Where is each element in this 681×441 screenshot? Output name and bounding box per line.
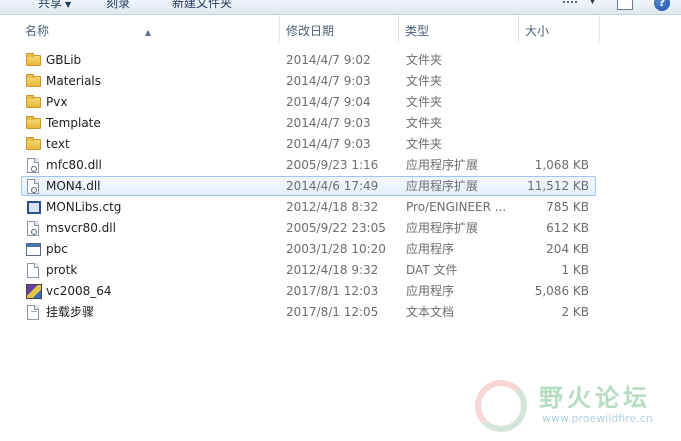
file-type: 应用程序扩展 (406, 179, 479, 193)
file-name: Template (46, 116, 101, 130)
file-row[interactable]: Pvx 2014/4/7 9:04 文件夹 (21, 92, 596, 112)
file-date: 2012/4/18 8:32 (286, 200, 379, 214)
watermark-logo-icon (475, 380, 527, 432)
file-row[interactable]: text 2014/4/7 9:03 文件夹 (21, 134, 596, 154)
file-date: 2012/4/18 9:32 (286, 263, 379, 277)
file-size: 204 KB (546, 242, 589, 256)
file-date: 2017/8/1 12:05 (286, 305, 379, 319)
file-type: Pro/ENGINEER ... (406, 200, 507, 214)
file-type: 文件夹 (406, 53, 443, 67)
file-type: 应用程序 (406, 242, 455, 256)
dll-icon (26, 219, 42, 237)
file-size: 1 KB (561, 263, 589, 277)
column-header: ▲ 名称 修改日期 类型 大小 (0, 15, 681, 42)
chevron-down-icon: ▼ (65, 0, 72, 9)
new-folder-button[interactable]: 新建文件夹 (172, 0, 232, 11)
file-name: pbc (46, 242, 68, 256)
file-type: 文件夹 (406, 74, 443, 88)
file-row[interactable]: pbc 2003/1/28 10:20 应用程序 204 KB (21, 239, 596, 259)
file-date: 2014/4/7 9:03 (286, 116, 371, 130)
application-icon (26, 240, 42, 258)
toolbar: 共享 ▼ 刻录 新建文件夹 ▼ ? (0, 0, 681, 15)
file-size: 1,068 KB (534, 158, 589, 172)
file-date: 2014/4/6 17:49 (286, 179, 379, 193)
file-date: 2014/4/7 9:03 (286, 137, 371, 151)
file-name: text (46, 137, 70, 151)
share-button[interactable]: 共享 ▼ (38, 0, 71, 11)
column-name[interactable]: 名称 (19, 15, 280, 42)
folder-icon (26, 93, 42, 111)
file-type: 文本文档 (406, 305, 455, 319)
file-row[interactable]: GBLib 2014/4/7 9:02 文件夹 (21, 50, 596, 70)
file-name: Pvx (46, 95, 68, 109)
chevron-down-icon[interactable]: ▼ (589, 0, 596, 6)
file-name: protk (46, 263, 78, 277)
file-name: Materials (46, 74, 102, 88)
dll-icon (26, 156, 42, 174)
folder-icon (26, 72, 42, 90)
file-name: MON4.dll (46, 179, 101, 193)
file-row[interactable]: MON4.dll 2014/4/6 17:49 应用程序扩展 11,512 KB (21, 176, 596, 196)
folder-icon (26, 51, 42, 69)
file-date: 2014/4/7 9:04 (286, 95, 371, 109)
file-date: 2003/1/28 10:20 (286, 242, 386, 256)
file-name: msvcr80.dll (46, 221, 116, 235)
burn-button[interactable]: 刻录 (106, 0, 130, 11)
file-date: 2014/4/7 9:02 (286, 53, 371, 67)
file-row[interactable]: msvcr80.dll 2005/9/22 23:05 应用程序扩展 612 KB (21, 218, 596, 238)
file-date: 2005/9/23 1:16 (286, 158, 379, 172)
file-type: DAT 文件 (406, 263, 458, 277)
file-row[interactable]: 挂载步骤 2017/8/1 12:05 文本文档 2 KB (21, 302, 596, 322)
file-type: 文件夹 (406, 116, 443, 130)
file-size: 2 KB (561, 305, 589, 319)
file-date: 2017/8/1 12:03 (286, 284, 379, 298)
help-icon[interactable]: ? (654, 0, 670, 11)
file-type: 文件夹 (406, 137, 443, 151)
column-type[interactable]: 类型 (399, 15, 519, 42)
installer-icon (26, 282, 42, 300)
file-name: 挂载步骤 (46, 305, 95, 319)
file-type: 应用程序 (406, 284, 455, 298)
file-name: vc2008_64 (46, 284, 112, 298)
folder-icon (26, 135, 42, 153)
blank-file-icon (26, 261, 42, 279)
watermark-title: 野火论坛 (539, 384, 651, 412)
file-row[interactable]: Template 2014/4/7 9:03 文件夹 (21, 113, 596, 133)
file-name: mfc80.dll (46, 158, 102, 172)
file-type: 应用程序扩展 (406, 158, 479, 172)
text-file-icon (26, 303, 42, 321)
file-date: 2005/9/22 23:05 (286, 221, 386, 235)
column-size[interactable]: 大小 (519, 15, 600, 42)
watermark: 野火论坛 www.proewildfire.cn (470, 372, 681, 441)
file-type: 文件夹 (406, 95, 443, 109)
file-row[interactable]: protk 2012/4/18 9:32 DAT 文件 1 KB (21, 260, 596, 280)
file-name: GBLib (46, 53, 82, 67)
file-row[interactable]: vc2008_64 2017/8/1 12:03 应用程序 5,086 KB (21, 281, 596, 301)
file-size: 785 KB (546, 200, 589, 214)
file-date: 2014/4/7 9:03 (286, 74, 371, 88)
file-row[interactable]: mfc80.dll 2005/9/23 1:16 应用程序扩展 1,068 KB (21, 155, 596, 175)
file-type: 应用程序扩展 (406, 221, 479, 235)
ctg-file-icon (26, 198, 42, 216)
file-row[interactable]: MONLibs.ctg 2012/4/18 8:32 Pro/ENGINEER ..… (21, 197, 596, 217)
share-label: 共享 (38, 0, 63, 10)
view-options-icon[interactable] (563, 1, 577, 13)
preview-pane-icon[interactable] (617, 0, 633, 10)
file-name: MONLibs.ctg (46, 200, 122, 214)
file-size: 11,512 KB (527, 179, 589, 193)
file-row[interactable]: Materials 2014/4/7 9:03 文件夹 (21, 71, 596, 91)
watermark-url: www.proewildfire.cn (542, 412, 653, 425)
dll-icon (26, 177, 42, 195)
folder-icon (26, 114, 42, 132)
file-size: 612 KB (546, 221, 589, 235)
column-date[interactable]: 修改日期 (280, 15, 399, 42)
file-size: 5,086 KB (534, 284, 589, 298)
